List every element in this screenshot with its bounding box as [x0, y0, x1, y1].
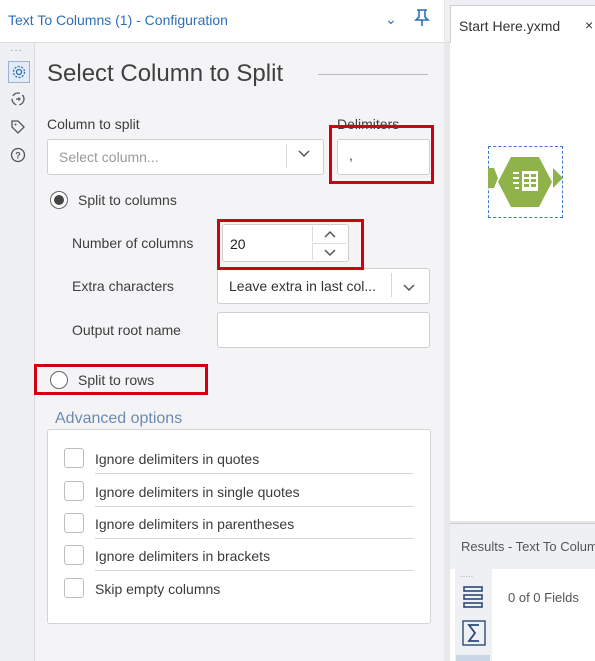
dropdown-separator	[286, 144, 287, 168]
metadata-list-icon[interactable]	[462, 585, 484, 614]
split-to-columns-label: Split to columns	[78, 192, 177, 208]
workflow-canvas[interactable]	[450, 43, 595, 521]
advanced-options-title: Advanced options	[53, 410, 185, 428]
number-of-columns-value: 20	[230, 236, 246, 252]
output-anchor-icon[interactable]	[553, 168, 563, 193]
tag-icon[interactable]	[8, 117, 28, 137]
text-to-columns-tool-icon	[497, 155, 553, 214]
ignore-single-quotes-checkbox[interactable]	[64, 481, 84, 501]
number-of-columns-label: Number of columns	[72, 235, 194, 251]
results-rail-selection	[456, 655, 490, 661]
option-divider	[95, 473, 413, 474]
dropdown-separator	[391, 273, 392, 297]
option-divider	[95, 570, 413, 571]
chevron-down-icon[interactable]	[297, 147, 311, 162]
results-grip-icon: ·····	[460, 572, 474, 581]
section-title: Select Column to Split	[47, 60, 284, 87]
option-label: Skip empty columns	[95, 581, 221, 597]
extra-characters-label: Extra characters	[72, 278, 174, 294]
summarize-sigma-icon[interactable]	[462, 620, 486, 651]
svg-text:?: ?	[15, 151, 21, 161]
delimiters-value: ,	[349, 147, 353, 163]
decrement-button[interactable]	[312, 243, 346, 260]
gear-icon[interactable]	[8, 61, 30, 83]
rail-grip-icon: ···	[10, 45, 23, 56]
chevron-down-icon	[323, 248, 336, 256]
results-title: Results - Text To Columns	[461, 539, 595, 554]
ignore-quotes-checkbox[interactable]	[64, 448, 84, 468]
collapse-chevron-icon[interactable]: ⌄	[385, 11, 397, 28]
option-label: Ignore delimiters in quotes	[95, 451, 260, 467]
option-divider	[95, 538, 413, 539]
ignore-brackets-checkbox[interactable]	[64, 545, 84, 565]
split-to-columns-radio[interactable]	[50, 191, 68, 209]
close-icon[interactable]: ×	[585, 17, 593, 33]
section-divider	[318, 74, 428, 75]
split-to-rows-label: Split to rows	[78, 372, 155, 388]
option-label: Ignore delimiters in parentheses	[95, 516, 295, 532]
split-to-rows-radio[interactable]	[50, 371, 68, 389]
chevron-down-icon[interactable]	[402, 280, 416, 298]
output-root-name-label: Output root name	[72, 322, 181, 338]
tab-label: Start Here.yxmd	[459, 18, 561, 34]
option-label: Ignore delimiters in single quotes	[95, 484, 300, 500]
output-root-name-input[interactable]	[217, 312, 430, 348]
delimiters-label: Delimiters	[337, 116, 400, 132]
column-to-split-label: Column to split	[47, 116, 140, 132]
option-divider	[95, 506, 413, 507]
skip-empty-columns-checkbox[interactable]	[64, 578, 84, 598]
extra-characters-value: Leave extra in last col...	[229, 278, 377, 294]
column-select-placeholder: Select column...	[59, 149, 159, 165]
help-icon[interactable]: ?	[8, 145, 28, 165]
connection-icon[interactable]	[8, 89, 28, 109]
chevron-up-icon	[323, 230, 336, 238]
increment-button[interactable]	[312, 226, 346, 242]
pin-icon[interactable]	[414, 9, 430, 32]
config-title: Text To Columns (1) - Configuration	[8, 12, 228, 28]
fields-count: 0 of 0 Fields	[508, 590, 579, 605]
option-label: Ignore delimiters in brackets	[95, 548, 271, 564]
ignore-parentheses-checkbox[interactable]	[64, 513, 84, 533]
